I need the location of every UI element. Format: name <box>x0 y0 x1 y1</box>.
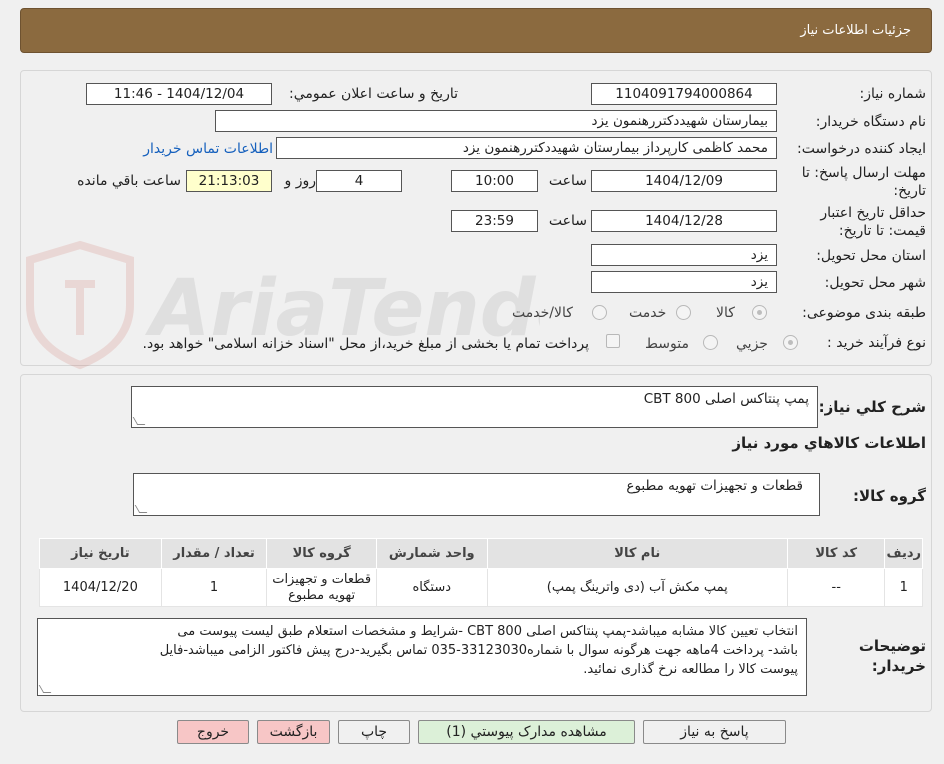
days-label: روز و <box>284 173 317 189</box>
table-header-row: رديف کد کالا نام کالا واحد شمارش گروه کا… <box>39 538 923 569</box>
requester-field[interactable]: محمد کاظمی کارپرداز بیمارستان شهیددکترره… <box>276 137 777 159</box>
reply-deadline-label-1: مهلت ارسال پاسخ: تا <box>801 165 926 181</box>
process-type-label: نوع فرآيند خريد : <box>827 335 926 351</box>
cell-quantity: 1 <box>160 568 268 607</box>
window-title: جزئیات اطلاعات نیاز <box>800 23 911 38</box>
treasury-payment-checkbox[interactable] <box>606 334 620 348</box>
process-radio-minor[interactable] <box>783 335 798 350</box>
remaining-time: 21:13:03 <box>186 170 272 192</box>
buyer-notes-textarea[interactable]: انتخاب تعيين کالا مشابه ميباشد-پمپ پنتاک… <box>37 618 807 696</box>
reply-deadline-time-label: ساعت <box>548 173 587 189</box>
price-validity-time[interactable]: 23:59 <box>451 210 538 232</box>
summary-label: شرح کلي نياز: <box>818 398 926 416</box>
buyer-notes-label-2: خريدار: <box>871 657 926 675</box>
col-need-date: تاريخ نياز <box>39 538 162 569</box>
remaining-days[interactable]: 4 <box>316 170 402 192</box>
reply-deadline-date[interactable]: 1404/12/09 <box>591 170 777 192</box>
cell-goods-code: -- <box>786 568 886 607</box>
reply-button[interactable]: پاسخ به نياز <box>643 720 786 744</box>
goods-group-text: قطعات و تجهيزات تهويه مطبوع <box>626 478 803 494</box>
buyer-notes-line: پيوست کالا را مطالعه نرخ گذاری نمائيد. <box>583 662 798 677</box>
price-validity-date[interactable]: 1404/12/28 <box>591 210 777 232</box>
reply-deadline-label-2: تاريخ: <box>893 183 926 199</box>
process-option-medium: متوسط <box>645 336 689 352</box>
process-option-minor: جزيي <box>736 336 768 352</box>
buyer-contact-link[interactable]: اطلاعات تماس خريدار <box>143 141 273 157</box>
table-row[interactable]: 1 -- پمپ مکش آب (دی واترينگ پمپ) دستگاه … <box>39 568 923 607</box>
category-option-goods-service: کالا/خدمت <box>512 305 573 321</box>
summary-textarea[interactable]: پمپ پنتاکس اصلی CBT 800 <box>131 386 818 428</box>
col-unit: واحد شمارش <box>375 538 488 569</box>
cell-need-date: 1404/12/20 <box>39 568 162 607</box>
category-option-service: خدمت <box>629 305 667 321</box>
col-quantity: تعداد / مقدار <box>160 538 268 569</box>
requester-label: ايجاد کننده درخواست: <box>797 141 926 157</box>
category-radio-goods[interactable] <box>752 305 767 320</box>
cell-goods-name: پمپ مکش آب (دی واترينگ پمپ) <box>486 568 788 607</box>
resize-grip-icon[interactable] <box>134 505 148 513</box>
province-field[interactable]: يزد <box>591 244 777 266</box>
treasury-payment-note: پرداخت تمام يا بخشی از مبلغ خريد،از محل … <box>142 336 589 352</box>
category-radio-goods-service[interactable] <box>592 305 607 320</box>
buyer-notes-line: انتخاب تعيين کالا مشابه ميباشد-پمپ پنتاک… <box>177 624 798 639</box>
province-label: استان محل تحويل: <box>816 248 926 264</box>
remaining-label: ساعت باقي مانده <box>77 173 181 189</box>
buyer-org-field[interactable]: بيمارستان شهيددکتررهنمون يزد <box>215 110 777 132</box>
process-radio-medium[interactable] <box>703 335 718 350</box>
summary-text: پمپ پنتاکس اصلی CBT 800 <box>643 391 809 407</box>
goods-group-textarea[interactable]: قطعات و تجهيزات تهويه مطبوع <box>133 473 820 516</box>
cell-goods-group: قطعات و تجهيزات تهويه مطبوع <box>266 568 377 607</box>
price-validity-label-1: حداقل تاريخ اعتبار <box>820 205 926 221</box>
attachments-button[interactable]: مشاهده مدارک پيوستي (1) <box>418 720 635 744</box>
announce-label: تاریخ و ساعت اعلان عمومي: <box>289 86 458 102</box>
price-validity-time-label: ساعت <box>548 213 587 229</box>
resize-grip-icon[interactable] <box>132 417 146 425</box>
city-field[interactable]: يزد <box>591 271 777 293</box>
price-validity-label-2: قيمت: تا تاريخ: <box>838 223 926 239</box>
cell-row-number: 1 <box>884 568 923 607</box>
window-title-bar: جزئیات اطلاعات نیاز <box>20 8 932 53</box>
need-number-field[interactable]: 1104091794000864 <box>591 83 777 105</box>
col-row-number: رديف <box>884 538 923 569</box>
announce-field[interactable]: 1404/12/04 - 11:46 <box>86 83 272 105</box>
goods-table: رديف کد کالا نام کالا واحد شمارش گروه کا… <box>39 538 923 607</box>
category-label: طبقه بندی موضوعی: <box>802 305 926 321</box>
city-label: شهر محل تحويل: <box>824 275 926 291</box>
col-goods-name: نام کالا <box>486 538 788 569</box>
col-goods-group: گروه کالا <box>266 538 377 569</box>
reply-deadline-time[interactable]: 10:00 <box>451 170 538 192</box>
category-radio-service[interactable] <box>676 305 691 320</box>
need-number-label: شماره نیاز: <box>859 86 927 102</box>
col-goods-code: کد کالا <box>786 538 886 569</box>
buyer-org-label: نام دستگاه خريدار: <box>815 114 926 130</box>
cell-unit: دستگاه <box>375 568 488 607</box>
category-option-goods: کالا <box>716 305 735 321</box>
back-button[interactable]: بازگشت <box>257 720 330 744</box>
buyer-notes-line: باشد- پرداخت 4ماهه جهت هرگونه سوال با شم… <box>159 643 798 658</box>
print-button[interactable]: چاپ <box>338 720 410 744</box>
goods-info-heading: اطلاعات کالاهاي مورد نياز <box>732 434 926 452</box>
exit-button[interactable]: خروج <box>177 720 249 744</box>
buyer-notes-label-1: توضيحات <box>858 637 926 655</box>
resize-grip-icon[interactable] <box>38 685 52 693</box>
goods-group-label: گروه کالا: <box>853 487 926 505</box>
